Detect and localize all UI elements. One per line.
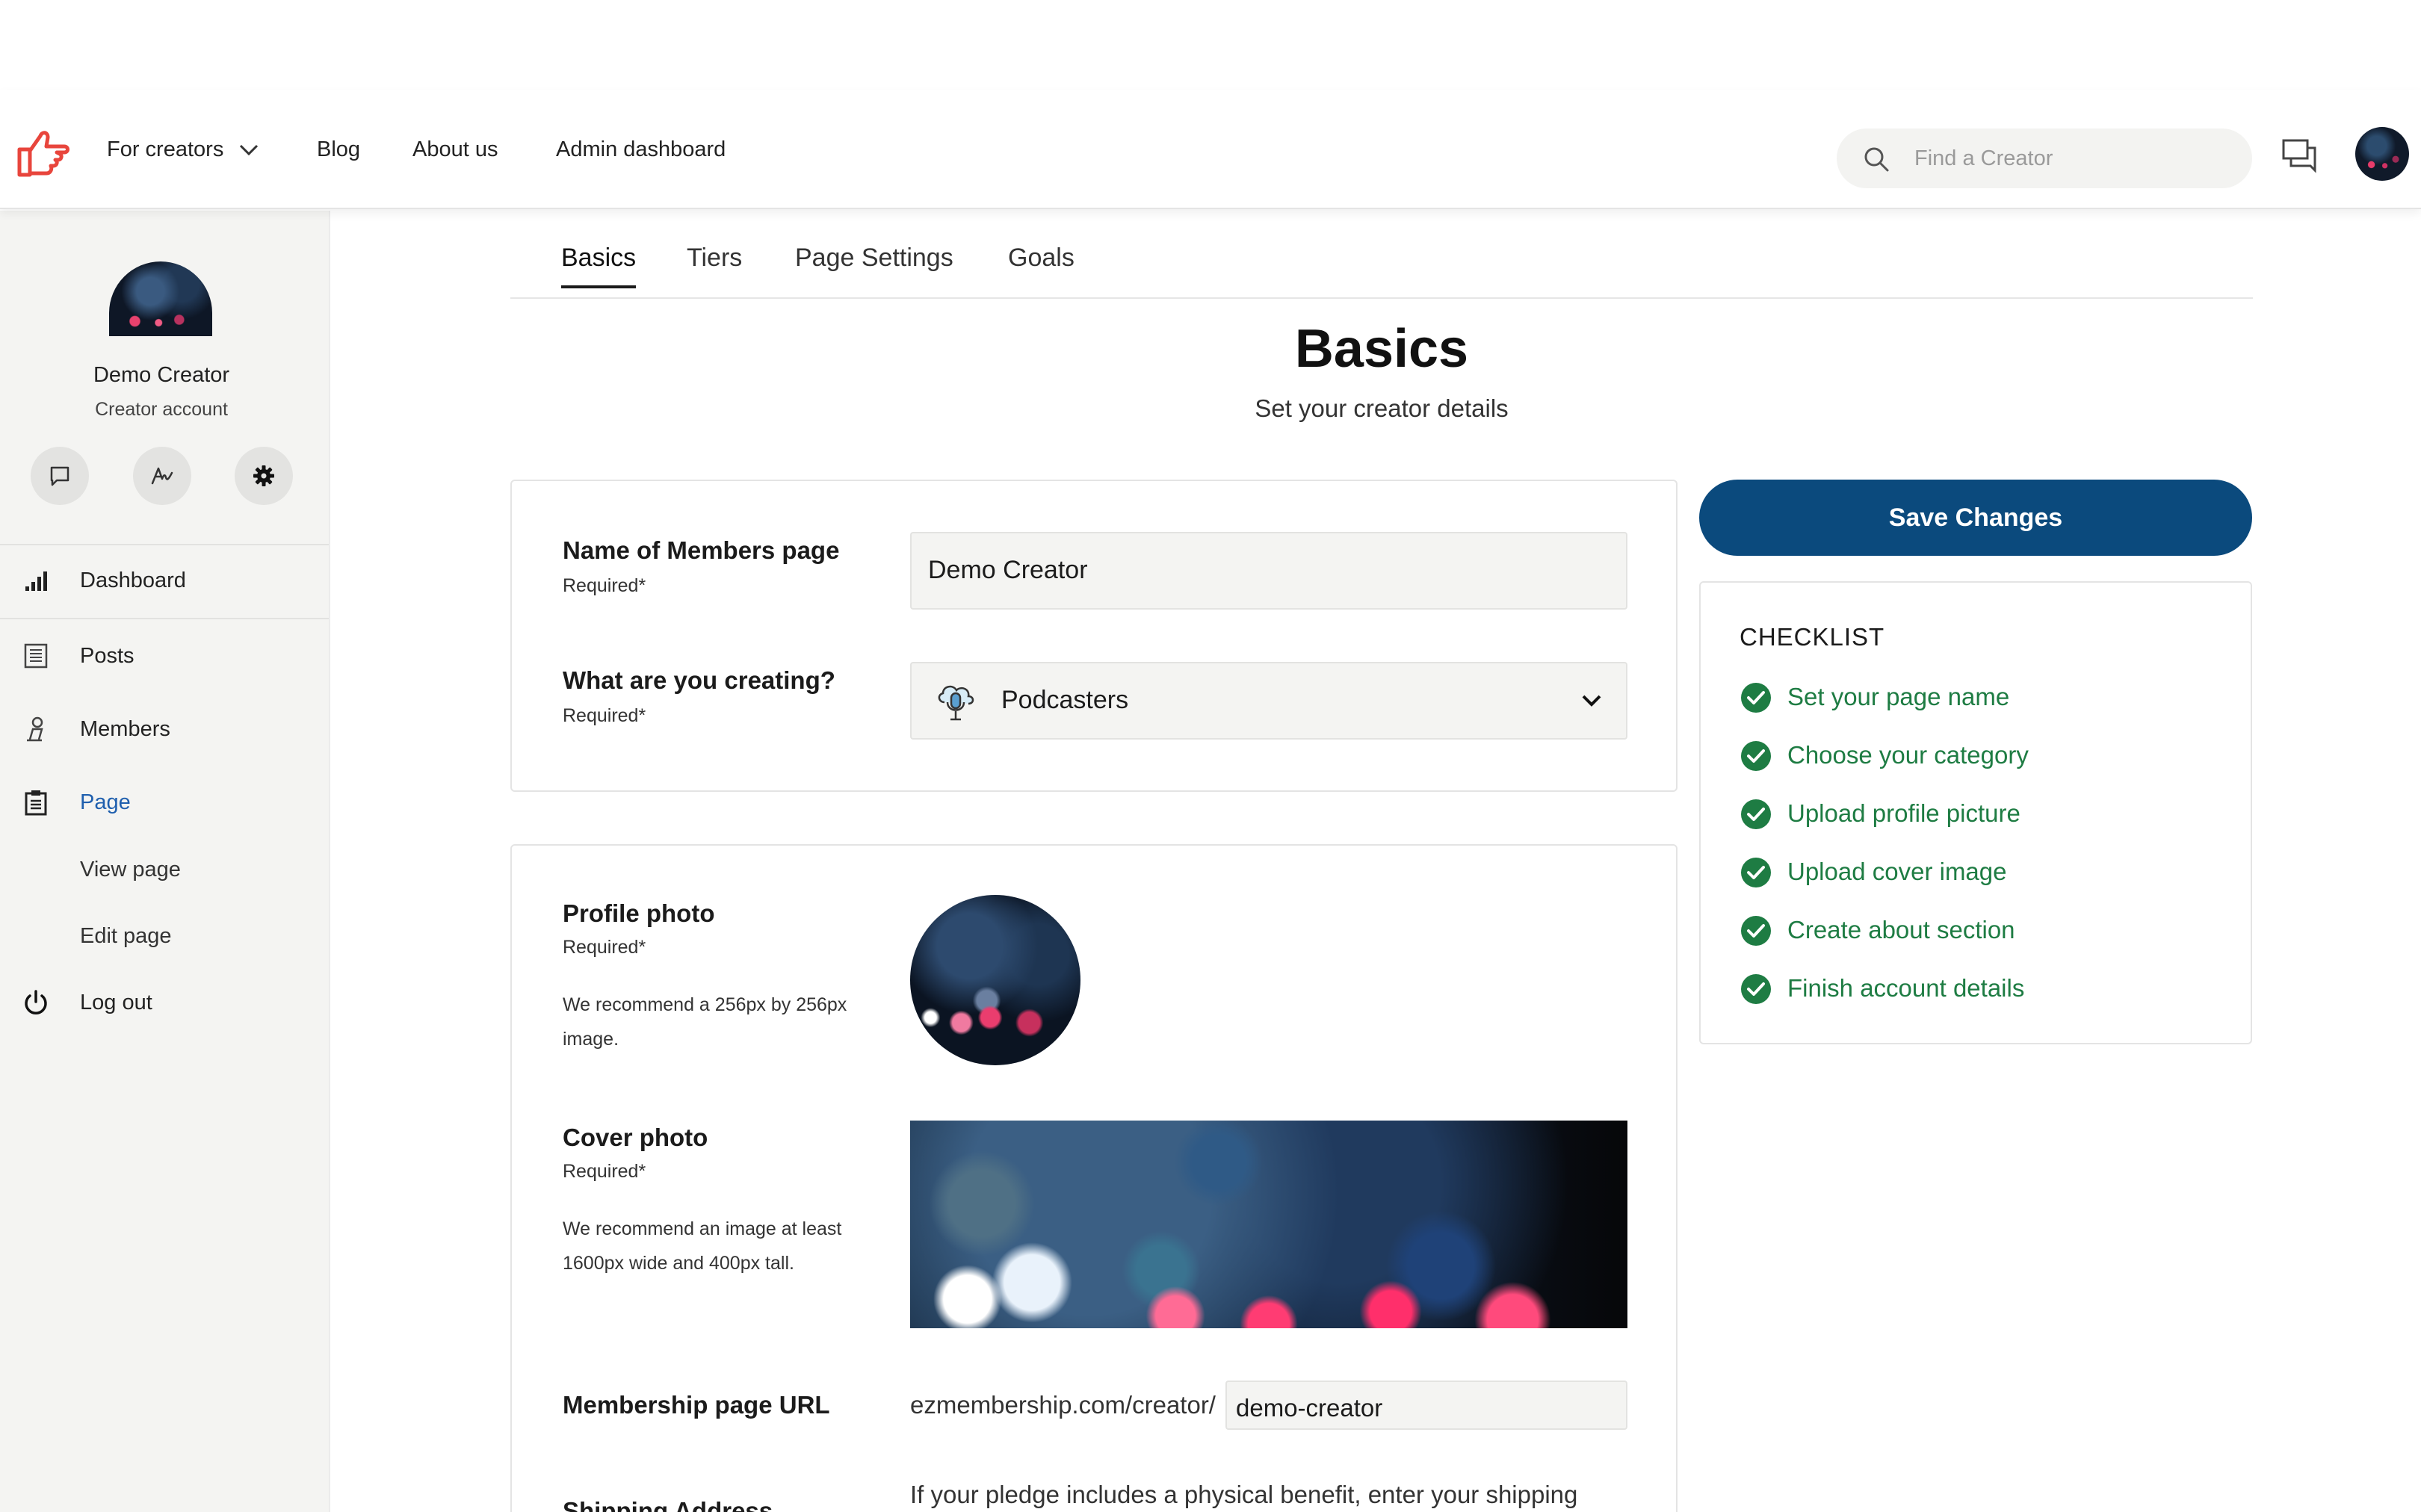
page-subtitle: Set your creator details (1255, 394, 1509, 422)
category-value: Podcasters (1001, 686, 1129, 714)
checklist-title: CHECKLIST (1740, 623, 1885, 651)
check-circle-icon (1741, 916, 1771, 946)
checklist-panel: CHECKLIST Set your page name Choose your… (1699, 581, 2252, 1044)
sidebar-user-role: Creator account (95, 399, 228, 420)
sidebar-divider (0, 544, 329, 545)
shipping-address-label: Shipping Address (563, 1497, 773, 1512)
tab-basics[interactable]: Basics (561, 244, 637, 288)
sidebar-item-label: Dashboard (80, 568, 186, 592)
membership-url-label: Membership page URL (563, 1391, 830, 1419)
page-name-value: Demo Creator (928, 556, 1088, 584)
sidebar-item-members[interactable]: Members (0, 699, 329, 759)
membership-url-prefix: ezmembership.com/creator/ (910, 1391, 1216, 1419)
user-avatar[interactable] (2355, 127, 2409, 181)
check-circle-icon (1741, 799, 1771, 829)
chat-bubble-icon (50, 466, 69, 486)
sidebar-item-edit-page[interactable]: Edit page (80, 924, 172, 949)
search-icon (1864, 147, 1889, 172)
shipping-address-help: If your pledge includes a physical benef… (910, 1481, 1578, 1508)
sidebar-user-name: Demo Creator (93, 363, 230, 387)
sidebar-item-label: Log out (80, 991, 152, 1014)
category-required: Required* (563, 705, 646, 726)
profile-photo-label: Profile photo (563, 899, 715, 927)
checklist-item-label: Set your page name (1787, 683, 2010, 710)
nav-admin-dashboard[interactable]: Admin dashboard (556, 137, 726, 162)
membership-url-value: demo-creator (1236, 1394, 1383, 1422)
checklist-item-label: Upload profile picture (1787, 799, 2020, 827)
check-circle-icon (1741, 683, 1771, 713)
check-circle-icon (1741, 858, 1771, 887)
signature-icon (151, 467, 173, 485)
sidebar-signature-button[interactable] (133, 447, 191, 505)
check-circle-icon (1741, 974, 1771, 1004)
checklist-item-label: Finish account details (1787, 974, 2025, 1002)
nav-for-creators-label: For creators (107, 137, 224, 161)
nav-about-us[interactable]: About us (412, 137, 498, 162)
gear-icon (253, 465, 274, 486)
person-icon (27, 716, 43, 742)
category-select[interactable]: Podcasters (910, 662, 1627, 740)
sidebar-item-label: Members (80, 717, 170, 741)
thumbs-up-logo-icon[interactable] (15, 127, 72, 179)
check-circle-icon (1741, 741, 1771, 771)
basics-name-card: Name of Members page Required* Demo Crea… (510, 480, 1678, 792)
save-changes-button[interactable]: Save Changes (1699, 480, 2252, 556)
page-name-label: Name of Members page (563, 536, 840, 564)
sidebar-item-view-page[interactable]: View page (80, 858, 181, 882)
sidebar-item-page[interactable]: Page (0, 772, 329, 832)
sidebar-item-logout[interactable]: Log out (0, 973, 329, 1032)
profile-photo-help: We recommend a 256px by 256px image. (563, 994, 847, 1050)
sidebar-item-label: Posts (80, 644, 134, 668)
tab-tiers[interactable]: Tiers (687, 244, 742, 273)
podcast-microphone-icon (938, 685, 974, 721)
chevron-down-icon (1582, 695, 1601, 707)
tab-page-settings[interactable]: Page Settings (795, 244, 953, 273)
power-icon (25, 990, 47, 1014)
sidebar-item-label: Page (80, 790, 131, 814)
document-icon (24, 643, 48, 669)
category-label: What are you creating? (563, 666, 835, 694)
checklist-item-label: Upload cover image (1787, 858, 2007, 885)
top-navigation: For creators Blog About us Admin dashboa… (0, 90, 2421, 209)
search-placeholder: Find a Creator (1914, 146, 2053, 170)
cover-photo-help: We recommend an image at least 1600px wi… (563, 1218, 842, 1274)
membership-url-input[interactable]: demo-creator (1225, 1381, 1627, 1430)
clipboard-icon (25, 790, 47, 816)
nav-blog[interactable]: Blog (317, 137, 360, 162)
search-input[interactable]: Find a Creator (1837, 128, 2252, 188)
profile-photo-upload[interactable] (910, 895, 1080, 1065)
messages-icon[interactable] (2281, 136, 2319, 175)
cover-photo-label: Cover photo (563, 1124, 708, 1151)
page-title: Basics (1294, 319, 1469, 379)
checklist-item-label: Create about section (1787, 916, 2015, 944)
page-tabs: Basics Tiers Page Settings Goals (510, 211, 2253, 299)
sidebar-divider (0, 618, 329, 619)
tab-goals[interactable]: Goals (1008, 244, 1075, 273)
cover-photo-upload[interactable] (910, 1121, 1627, 1328)
sidebar-item-posts[interactable]: Posts (0, 626, 329, 686)
basics-media-card: Profile photo Required* We recommend a 2… (510, 844, 1678, 1512)
cover-photo-required: Required* (563, 1161, 646, 1182)
page-name-required: Required* (563, 575, 646, 596)
nav-for-creators[interactable]: For creators (107, 137, 259, 162)
sidebar-settings-button[interactable] (235, 447, 293, 505)
sidebar-item-dashboard[interactable]: Dashboard (0, 551, 329, 610)
sidebar: Demo Creator Creator account Dashboard P… (0, 211, 330, 1512)
sidebar-messages-button[interactable] (31, 447, 89, 505)
profile-photo-required: Required* (563, 937, 646, 958)
page-name-input[interactable]: Demo Creator (910, 532, 1627, 610)
bar-chart-icon (25, 571, 47, 591)
chevron-down-icon (240, 145, 259, 156)
sidebar-avatar (109, 261, 212, 336)
checklist-item-label: Choose your category (1787, 741, 2029, 769)
